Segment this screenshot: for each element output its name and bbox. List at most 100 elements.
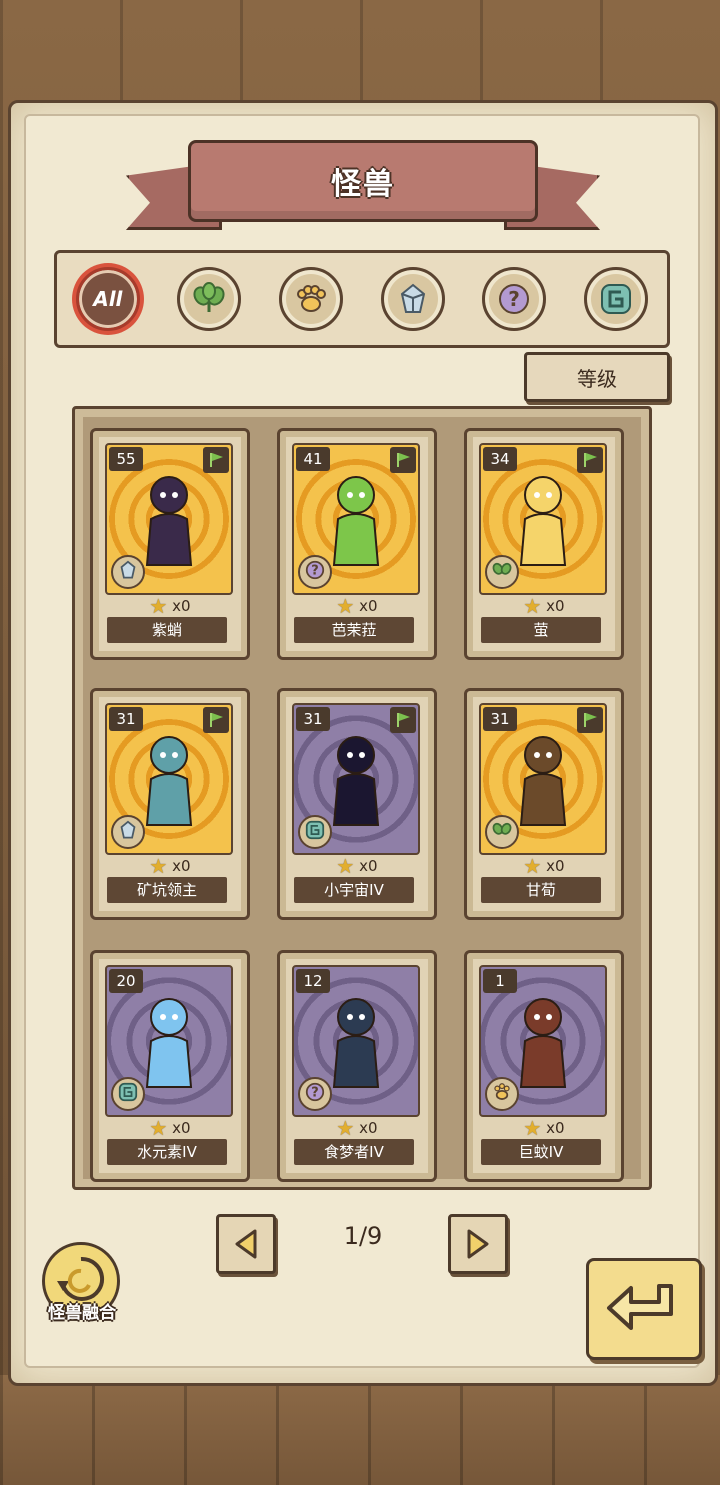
type-badge: ? xyxy=(298,1077,332,1111)
monster-card[interactable]: 55 ★ x0 紫蛸 xyxy=(90,428,250,660)
question-icon: ? xyxy=(305,560,325,584)
level-badge: 31 xyxy=(296,707,330,731)
level-badge: 12 xyxy=(296,969,330,993)
type-badge: ? xyxy=(298,555,332,589)
type-badge xyxy=(298,815,332,849)
type-badge xyxy=(111,555,145,589)
star-count: ★ x0 xyxy=(280,594,434,618)
level-badge: 31 xyxy=(109,707,143,731)
filter-beast-button[interactable] xyxy=(279,267,344,331)
star-count: ★ x0 xyxy=(280,854,434,878)
monster-portrait: 1 xyxy=(479,965,607,1117)
monster-name: 水元素IV xyxy=(107,1139,227,1165)
star-count: ★ x0 xyxy=(280,1116,434,1140)
filter-unknown-button[interactable]: ? xyxy=(482,267,547,331)
level-badge: 20 xyxy=(109,969,143,993)
monster-card[interactable]: 31 ★ x0 小宇宙IV xyxy=(277,688,437,920)
question-icon: ? xyxy=(305,1082,325,1106)
svg-text:?: ? xyxy=(311,564,319,579)
monster-card[interactable]: 31 ★ x0 甘荀 xyxy=(464,688,624,920)
monster-portrait: 31 xyxy=(479,703,607,855)
monster-name: 巨蚊IV xyxy=(481,1139,601,1165)
star-icon: ★ xyxy=(149,1116,168,1140)
star-count-value: x0 xyxy=(172,857,191,875)
filter-element-button[interactable] xyxy=(584,267,649,331)
page-indicator: 1/9 xyxy=(343,1222,383,1250)
level-badge: 34 xyxy=(483,447,517,471)
flag-icon xyxy=(577,707,603,733)
paw-icon xyxy=(297,285,327,312)
star-count: ★ x0 xyxy=(93,1116,247,1140)
star-count: ★ x0 xyxy=(93,854,247,878)
leaf-icon xyxy=(193,282,226,312)
monster-card[interactable]: 20 ★ x0 水元素IV xyxy=(90,950,250,1182)
monster-name: 小宇宙IV xyxy=(294,877,414,903)
star-icon: ★ xyxy=(523,1116,542,1140)
star-count-value: x0 xyxy=(546,597,565,615)
star-count-value: x0 xyxy=(359,857,378,875)
spiral-icon xyxy=(601,284,632,314)
flag-icon xyxy=(390,447,416,473)
monster-portrait: 20 xyxy=(105,965,233,1117)
type-badge xyxy=(485,555,519,589)
star-icon: ★ xyxy=(523,594,542,618)
monster-name: 萤 xyxy=(481,617,601,643)
sort-by-level-button[interactable]: 等级 xyxy=(524,352,670,402)
monster-card[interactable]: 31 ★ x0 矿坑领主 xyxy=(90,688,250,920)
type-badge xyxy=(111,815,145,849)
spiral-icon xyxy=(305,820,325,844)
prev-page-button[interactable] xyxy=(216,1214,276,1274)
star-icon: ★ xyxy=(336,854,355,878)
monster-card[interactable]: 12? ★ x0 食梦者IV xyxy=(277,950,437,1182)
leaf-icon xyxy=(492,560,512,584)
monster-card[interactable]: 1 ★ x0 巨蚊IV xyxy=(464,950,624,1182)
monster-fusion-button[interactable]: 怪兽融合 xyxy=(38,1242,124,1328)
type-badge xyxy=(485,1077,519,1111)
crystal-icon xyxy=(400,283,425,313)
title-ribbon: 怪兽 xyxy=(188,140,538,222)
next-page-button[interactable] xyxy=(448,1214,508,1274)
star-count: ★ x0 xyxy=(93,594,247,618)
type-badge xyxy=(111,1077,145,1111)
filter-mineral-button[interactable] xyxy=(380,267,445,331)
monster-name: 甘荀 xyxy=(481,877,601,903)
monster-portrait: 41? xyxy=(292,443,420,595)
level-badge: 55 xyxy=(109,447,143,471)
monster-portrait: 12? xyxy=(292,965,420,1117)
star-count-value: x0 xyxy=(359,597,378,615)
leaf-icon xyxy=(492,820,512,844)
star-count-value: x0 xyxy=(546,857,565,875)
flag-icon xyxy=(577,447,603,473)
star-count-value: x0 xyxy=(359,1119,378,1137)
monster-card[interactable]: 41? ★ x0 芭茉菈 xyxy=(277,428,437,660)
level-badge: 1 xyxy=(483,969,517,993)
monster-portrait: 31 xyxy=(105,703,233,855)
star-count-value: x0 xyxy=(172,597,191,615)
star-icon: ★ xyxy=(149,854,168,878)
sort-label: 等级 xyxy=(577,366,617,391)
paw-icon xyxy=(492,1082,512,1106)
spiral-icon xyxy=(118,1082,138,1106)
star-count: ★ x0 xyxy=(467,594,621,618)
monster-name: 矿坑领主 xyxy=(107,877,227,903)
back-button[interactable] xyxy=(586,1258,702,1360)
svg-text:?: ? xyxy=(311,1086,319,1101)
star-count-value: x0 xyxy=(172,1119,191,1137)
level-badge: 31 xyxy=(483,707,517,731)
star-icon: ★ xyxy=(149,594,168,618)
monster-card[interactable]: 34 ★ x0 萤 xyxy=(464,428,624,660)
flag-icon xyxy=(203,447,229,473)
filter-all-button[interactable]: All xyxy=(75,267,140,331)
svg-text:?: ? xyxy=(509,287,521,311)
level-badge: 41 xyxy=(296,447,330,471)
monster-name: 紫蛸 xyxy=(107,617,227,643)
monster-portrait: 34 xyxy=(479,443,607,595)
flag-icon xyxy=(203,707,229,733)
star-icon: ★ xyxy=(523,854,542,878)
filter-plant-button[interactable] xyxy=(177,267,242,331)
flag-icon xyxy=(390,707,416,733)
star-count-value: x0 xyxy=(546,1119,565,1137)
fusion-label: 怪兽融合 xyxy=(48,1303,116,1323)
monster-portrait: 31 xyxy=(292,703,420,855)
page-title: 怪兽 xyxy=(331,167,395,202)
